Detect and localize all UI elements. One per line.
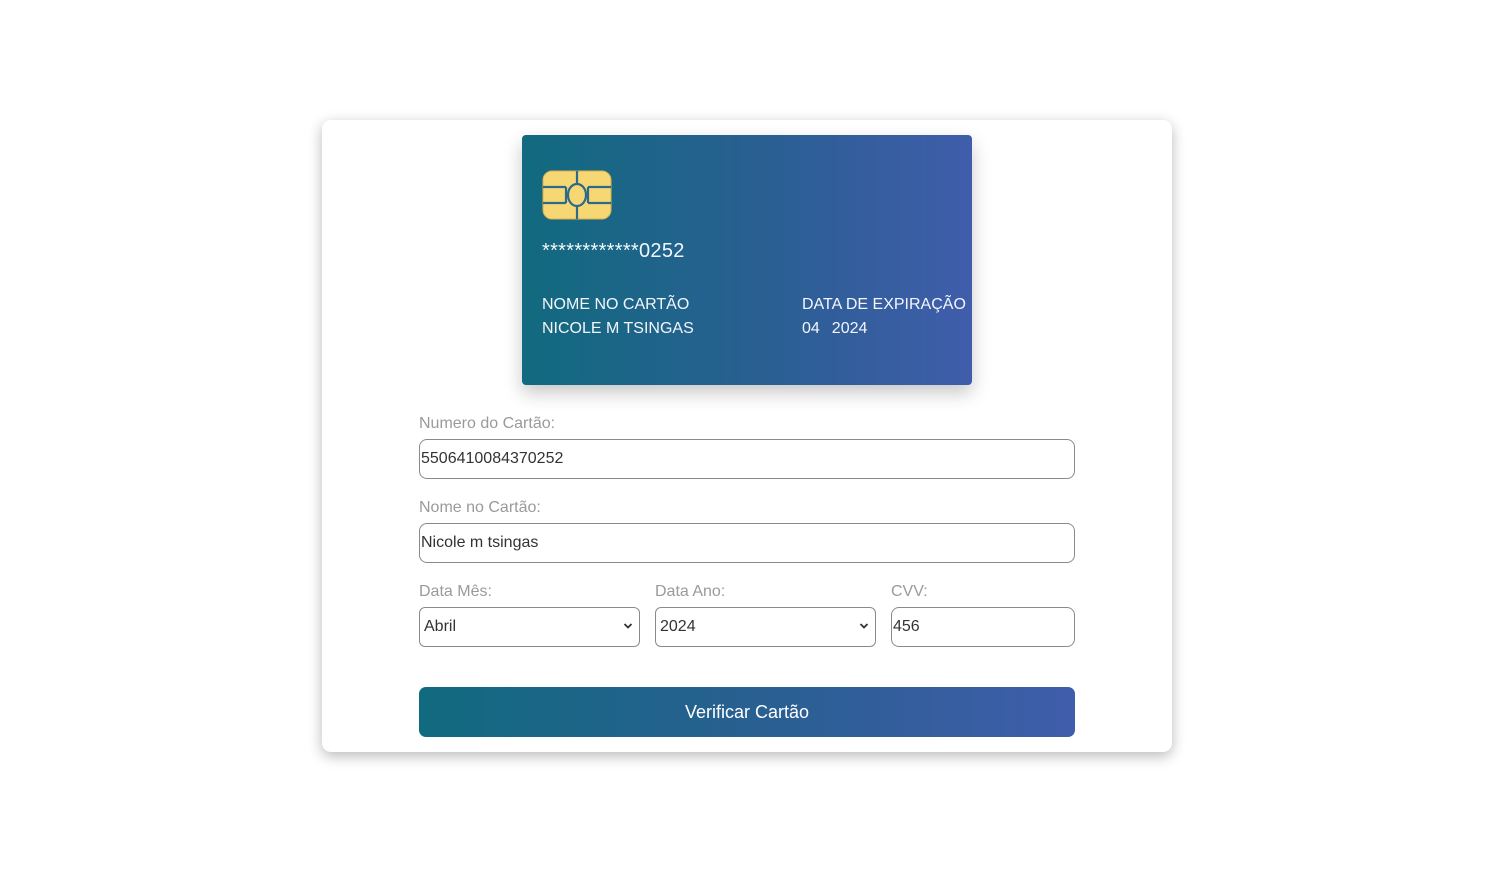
card-name-value: NICOLE M TSINGAS: [542, 320, 694, 337]
year-select-value: 2024: [660, 618, 696, 635]
card-number-input[interactable]: [419, 439, 1075, 479]
year-select[interactable]: 2024: [655, 607, 876, 647]
cvv-label: CVV:: [891, 583, 928, 600]
card-expiry-label: DATA DE EXPIRAÇÃO: [802, 296, 966, 313]
month-label: Data Mês:: [419, 583, 492, 600]
chip-icon: [542, 170, 612, 220]
card-name-label: NOME NO CARTÃO: [542, 296, 690, 313]
card-form-panel: ************0252 NOME NO CARTÃO NICOLE M…: [322, 120, 1172, 752]
card-name-input[interactable]: [419, 523, 1075, 563]
month-select[interactable]: Abril: [419, 607, 640, 647]
card-expiry-year: 2024: [831, 320, 868, 337]
chevron-down-icon: [859, 623, 869, 629]
card-name-field-label: Nome no Cartão:: [419, 499, 541, 516]
credit-card-preview: ************0252 NOME NO CARTÃO NICOLE M…: [522, 135, 972, 385]
card-masked-number: ************0252: [542, 240, 685, 262]
year-label: Data Ano:: [655, 583, 726, 600]
verify-card-button[interactable]: Verificar Cartão: [419, 687, 1075, 737]
card-name-block: NOME NO CARTÃO NICOLE M TSINGAS: [542, 293, 694, 341]
card-number-label: Numero do Cartão:: [419, 415, 556, 432]
chevron-down-icon: [623, 623, 633, 629]
cvv-input[interactable]: [891, 607, 1075, 647]
month-select-value: Abril: [424, 618, 457, 635]
card-expiry-block: DATA DE EXPIRAÇÃO 04 2024: [802, 293, 966, 341]
card-expiry-month: 04: [802, 320, 820, 337]
